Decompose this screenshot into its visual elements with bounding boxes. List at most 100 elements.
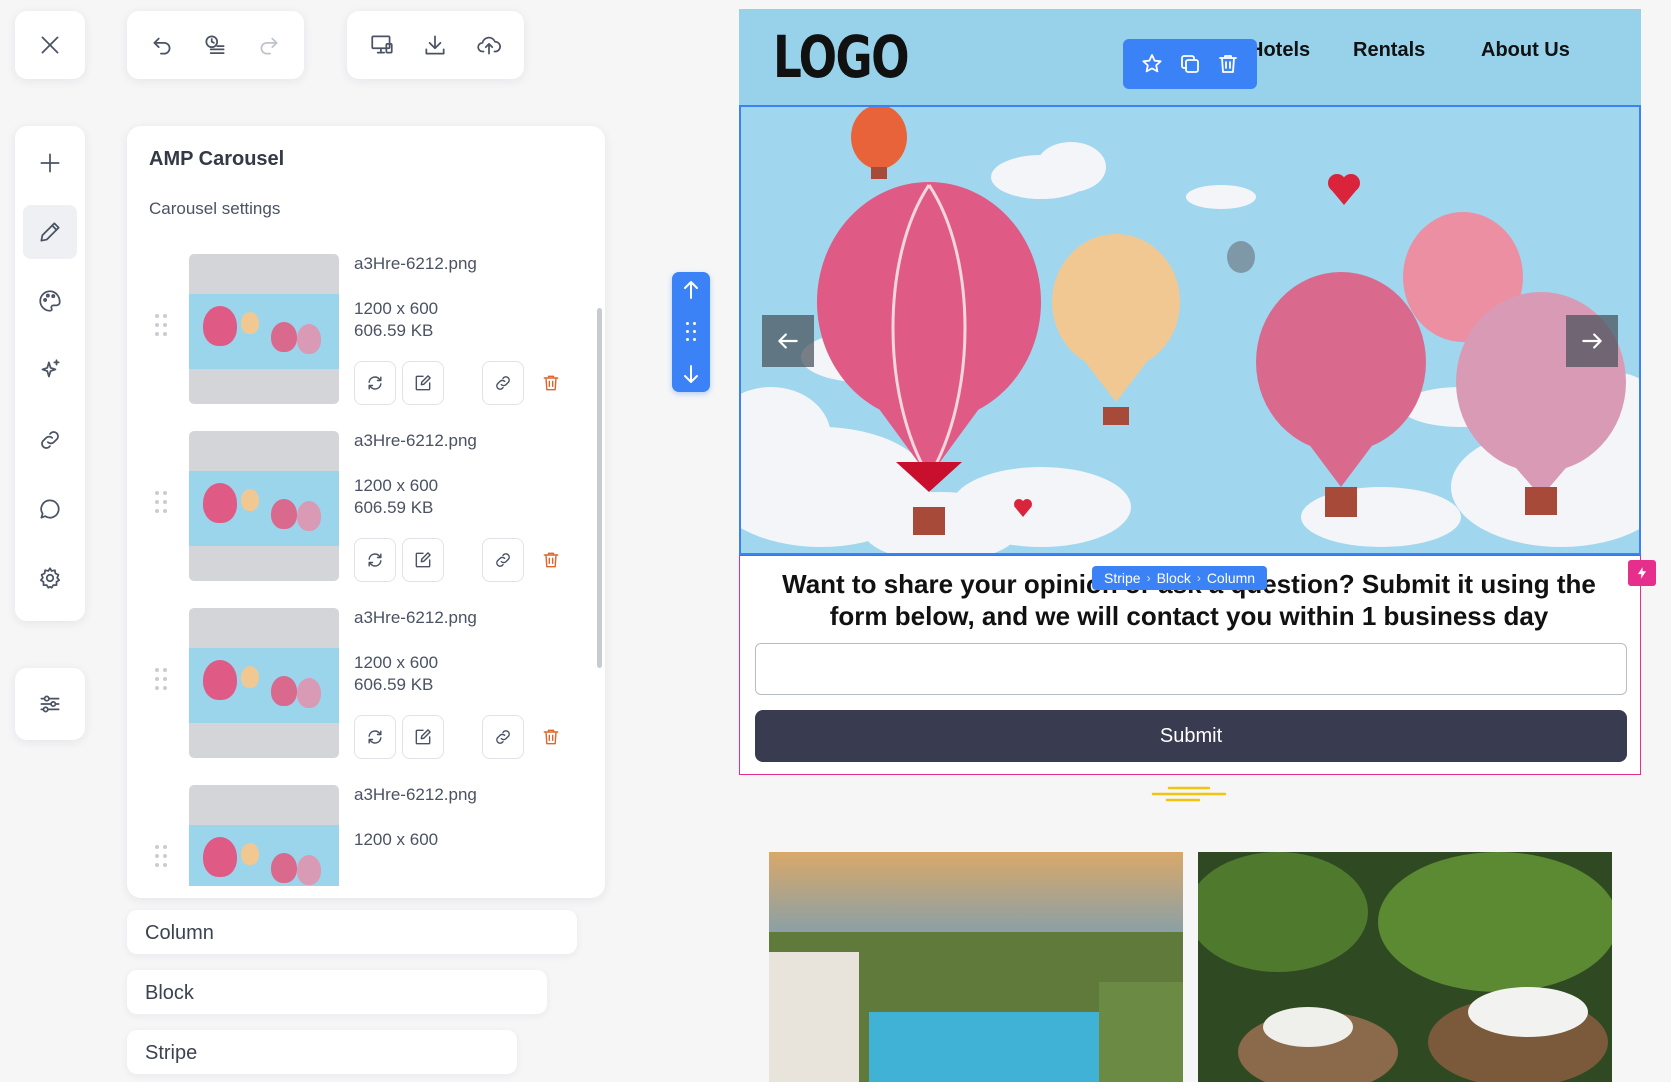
link-icon: [41, 430, 59, 449]
drag-handle-icon[interactable]: [155, 314, 169, 338]
star-icon[interactable]: [1140, 52, 1164, 76]
selection-breadcrumb: Stripe › Block › Column: [1092, 566, 1268, 590]
carousel-items-list: a3Hre-6212.png 1200 x 600 606.59 KB a3Hr…: [127, 254, 597, 886]
item-thumbnail: [189, 785, 339, 886]
gear-icon: [39, 567, 61, 589]
item-dimensions: 1200 x 600: [354, 830, 439, 849]
item-meta: 1200 x 600: [354, 829, 438, 851]
resort-photo[interactable]: [769, 852, 1183, 1082]
drag-handle-icon[interactable]: [684, 320, 698, 344]
breadcrumb-column[interactable]: Column: [127, 910, 577, 954]
move-down-icon[interactable]: [679, 362, 703, 386]
item-dimensions: 1200 x 600: [354, 653, 439, 672]
link-icon: [496, 730, 510, 744]
edit-image-button[interactable]: [402, 715, 444, 759]
delete-image-button[interactable]: [530, 361, 572, 405]
arrow-right-icon: [1582, 333, 1602, 349]
item-filesize: 606.59 KB: [354, 498, 434, 517]
replace-image-button[interactable]: [354, 361, 396, 405]
breadcrumb-block[interactable]: Block: [127, 970, 547, 1014]
delete-image-button[interactable]: [530, 538, 572, 582]
panel-scrollbar[interactable]: [597, 308, 602, 668]
edit-icon: [415, 552, 431, 568]
breadcrumb-stripe[interactable]: Stripe: [127, 1030, 517, 1074]
form-text-input[interactable]: [755, 643, 1627, 695]
settings-button[interactable]: [23, 552, 77, 605]
nav-hotels[interactable]: Hotels: [1249, 39, 1310, 62]
preview-button[interactable]: [360, 23, 404, 67]
nav-about-us[interactable]: About Us: [1481, 39, 1570, 62]
add-content-button[interactable]: [23, 136, 77, 189]
sliders-icon: [40, 695, 60, 713]
drag-handle-icon[interactable]: [155, 668, 169, 692]
trash-icon: [543, 552, 559, 568]
carousel-prev-button[interactable]: [762, 315, 814, 367]
trash-icon: [543, 375, 559, 391]
image-link-button[interactable]: [482, 361, 524, 405]
history-toolbar: [127, 11, 304, 79]
ai-assistant-button[interactable]: [23, 344, 77, 397]
pencil-icon: [40, 222, 60, 242]
email-logo[interactable]: LOGO: [773, 23, 910, 91]
replace-image-button[interactable]: [354, 538, 396, 582]
drag-handle-icon[interactable]: [155, 845, 169, 869]
carousel-item[interactable]: a3Hre-6212.png 1200 x 600 606.59 KB: [127, 608, 597, 778]
email-header: LOGO Hotels Rentals About Us: [739, 9, 1641, 105]
adjustments-button[interactable]: [15, 668, 85, 740]
breadcrumb-stripe-label: Stripe: [145, 1042, 198, 1064]
hot-air-balloons-illustration: [741, 107, 1639, 553]
edit-image-button[interactable]: [402, 538, 444, 582]
plus-icon: [40, 153, 60, 173]
upload-button[interactable]: [467, 23, 511, 67]
redo-icon: [260, 37, 278, 55]
breadcrumb-column-label: Column: [145, 922, 214, 944]
carousel-item[interactable]: a3Hre-6212.png 1200 x 600: [127, 785, 597, 886]
undo-button[interactable]: [140, 23, 184, 67]
palette-icon: [39, 290, 61, 312]
image-link-button[interactable]: [482, 715, 524, 759]
comments-button[interactable]: [23, 482, 77, 535]
selection-block[interactable]: Block: [1151, 570, 1197, 586]
carousel-next-button[interactable]: [1566, 315, 1618, 367]
item-dimensions: 1200 x 600: [354, 476, 439, 495]
item-filename: a3Hre-6212.png: [354, 254, 477, 273]
resort-pool-image: [769, 852, 1183, 1082]
arrow-left-icon: [778, 333, 798, 349]
amp-indicator[interactable]: [1628, 560, 1656, 586]
version-history-button[interactable]: [193, 23, 237, 67]
redo-button[interactable]: [247, 23, 291, 67]
download-button[interactable]: [413, 23, 457, 67]
trash-icon[interactable]: [1216, 52, 1240, 76]
sparkles-icon: [41, 359, 60, 378]
delete-image-button[interactable]: [530, 715, 572, 759]
form-block[interactable]: Want to share your opinion or ask a ques…: [739, 555, 1656, 775]
edit-image-button[interactable]: [402, 361, 444, 405]
duplicate-icon[interactable]: [1178, 52, 1202, 76]
tools-sidebar: [15, 126, 85, 621]
item-filename: a3Hre-6212.png: [354, 785, 477, 804]
comment-icon: [40, 499, 60, 519]
replace-image-button[interactable]: [354, 715, 396, 759]
selection-column[interactable]: Column: [1201, 570, 1261, 586]
edit-button[interactable]: [23, 205, 77, 259]
download-icon: [425, 35, 446, 55]
breadcrumb-block-label: Block: [145, 982, 194, 1004]
selection-stripe[interactable]: Stripe: [1098, 570, 1147, 586]
appearance-button[interactable]: [23, 275, 77, 328]
spacer-icon[interactable]: [1149, 782, 1229, 806]
close-button[interactable]: [15, 11, 85, 79]
carousel-item[interactable]: a3Hre-6212.png 1200 x 600 606.59 KB: [127, 431, 597, 601]
move-up-icon[interactable]: [679, 278, 703, 302]
image-link-button[interactable]: [482, 538, 524, 582]
carousel-image[interactable]: [739, 105, 1641, 555]
email-canvas: LOGO Hotels Rentals About Us Want to sha…: [739, 9, 1656, 1082]
item-meta: 1200 x 600 606.59 KB: [354, 475, 438, 519]
item-meta: 1200 x 600 606.59 KB: [354, 652, 438, 696]
garden-furniture-image: [1198, 852, 1612, 1082]
nav-rentals[interactable]: Rentals: [1353, 39, 1425, 62]
submit-button[interactable]: Submit: [755, 710, 1627, 762]
carousel-item[interactable]: a3Hre-6212.png 1200 x 600 606.59 KB: [127, 254, 597, 424]
drag-handle-icon[interactable]: [155, 491, 169, 515]
garden-photo[interactable]: [1198, 852, 1612, 1082]
links-button[interactable]: [23, 413, 77, 466]
